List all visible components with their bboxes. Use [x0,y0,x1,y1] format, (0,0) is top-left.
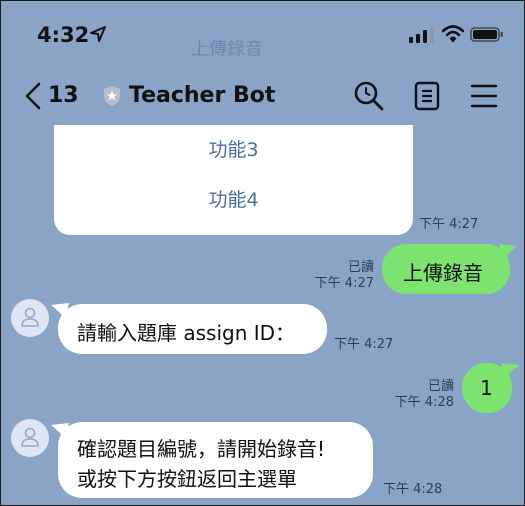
menu-item-function3[interactable]: 功能3 [54,135,413,162]
unread-count[interactable]: 13 [48,83,79,108]
message-line-2: 或按下方按鈕返回主選單 [77,467,297,491]
received-message-bubble: 確認題目編號，請開始錄音! 或按下方按鈕返回主選單 [58,422,373,498]
user-avatar-icon [21,307,39,327]
search-icon[interactable] [353,80,385,112]
bubble-tail [499,244,517,260]
official-shield-icon [104,86,120,106]
menu-item-function4[interactable]: 功能4 [54,185,413,212]
message-text: 1 [480,376,493,400]
bubble-tail [501,363,519,379]
bot-avatar[interactable] [11,299,49,337]
wifi-icon [442,25,464,43]
ghost-previous-message: 上傳錄音 [191,39,263,60]
bot-avatar[interactable] [11,419,49,457]
back-chevron-icon[interactable] [23,81,43,111]
message-timestamp: 下午 4:27 [334,337,394,352]
function-menu-card: 功能3 功能4 [54,125,413,235]
sent-message-bubble: 上傳錄音 [382,244,510,294]
menu-timestamp: 下午 4:27 [419,217,479,232]
menu-icon[interactable] [470,83,498,109]
notes-icon[interactable] [414,81,440,111]
message-text: 請輸入題庫 assign ID： [77,321,296,345]
cellular-signal-icon [409,26,434,43]
message-line-1: 確認題目編號，請開始錄音! [77,437,326,461]
battery-icon [470,27,503,42]
message-timestamp: 下午 4:28 [383,482,443,497]
message-timestamp: 下午 4:27 [314,276,374,291]
status-time: 4:32 [37,23,90,47]
chat-screen: 4:32 上傳錄音 13 Teacher Bot 功能3 功能4 下午 4:27… [0,0,525,506]
message-timestamp: 下午 4:28 [394,395,454,410]
user-avatar-icon [21,427,39,447]
chat-title: Teacher Bot [129,83,276,108]
location-arrow-icon [90,26,106,42]
received-message-bubble: 請輸入題庫 assign ID： [58,304,327,354]
message-text: 上傳錄音 [403,261,483,285]
